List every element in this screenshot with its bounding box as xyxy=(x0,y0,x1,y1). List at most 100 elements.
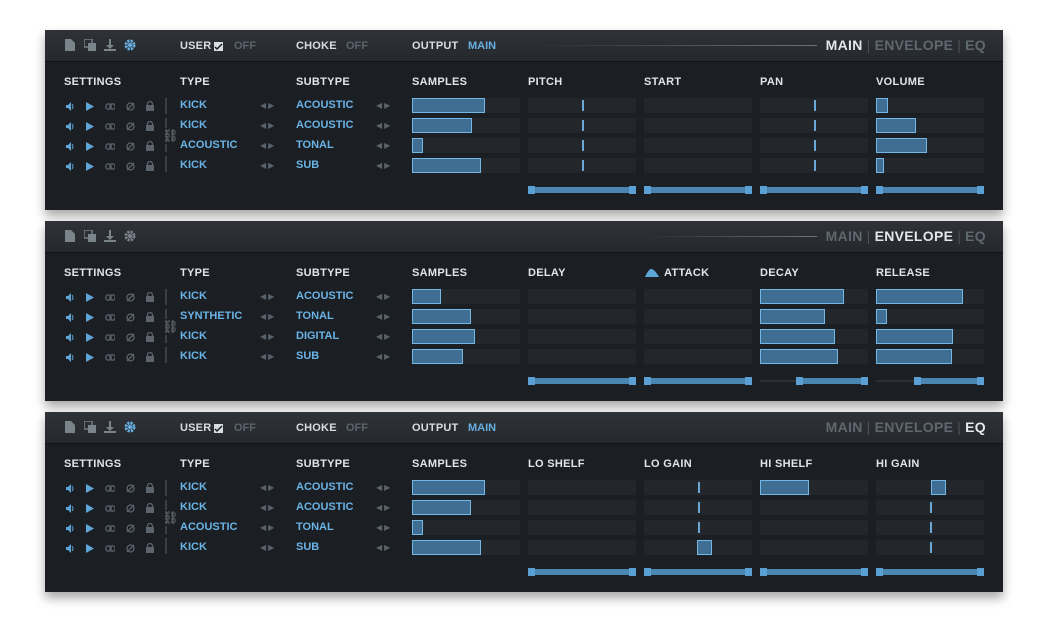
subtype-arrows[interactable]: ◀▶ xyxy=(376,483,392,492)
subtype-arrows[interactable]: ◀▶ xyxy=(376,312,392,321)
pan-slider[interactable] xyxy=(760,118,868,133)
subtype-arrows[interactable]: ◀▶ xyxy=(376,292,392,301)
subtype-value[interactable]: SUB xyxy=(296,159,319,171)
mute-icon[interactable] xyxy=(125,332,135,342)
download-icon[interactable] xyxy=(104,229,116,243)
type-value[interactable]: KICK xyxy=(180,330,207,342)
start-scroll-range[interactable] xyxy=(644,186,752,194)
speaker-icon[interactable] xyxy=(65,523,75,533)
type-arrows[interactable]: ◀▶ xyxy=(260,503,276,512)
pitch-slider[interactable] xyxy=(528,118,636,133)
type-arrows[interactable]: ◀▶ xyxy=(260,483,276,492)
play-icon[interactable] xyxy=(85,503,95,513)
lo-gain-slider[interactable] xyxy=(644,500,752,515)
tab-main[interactable]: MAIN xyxy=(826,419,863,435)
pitch-slider[interactable] xyxy=(528,138,636,153)
release-slider[interactable] xyxy=(876,329,984,344)
play-icon[interactable] xyxy=(85,523,95,533)
lock-icon[interactable] xyxy=(145,332,155,342)
lock-icon[interactable] xyxy=(145,101,155,111)
link-icon[interactable] xyxy=(105,543,115,553)
subtype-value[interactable]: ACOUSTIC xyxy=(296,481,353,493)
lock-icon[interactable] xyxy=(145,161,155,171)
type-value[interactable]: SYNTHETIC xyxy=(180,310,242,322)
user-value[interactable]: OFF xyxy=(234,422,256,434)
type-arrows[interactable]: ◀▶ xyxy=(260,292,276,301)
start-slider[interactable] xyxy=(644,158,752,173)
pan-slider[interactable] xyxy=(760,98,868,113)
subtype-arrows[interactable]: ◀▶ xyxy=(376,523,392,532)
type-arrows[interactable]: ◀▶ xyxy=(260,161,276,170)
mute-icon[interactable] xyxy=(125,503,135,513)
subtype-arrows[interactable]: ◀▶ xyxy=(376,101,392,110)
lock-icon[interactable] xyxy=(145,312,155,322)
mute-icon[interactable] xyxy=(125,292,135,302)
samples-slider[interactable] xyxy=(412,118,520,133)
release-slider[interactable] xyxy=(876,349,984,364)
hi-shelf-scroll-range[interactable] xyxy=(760,568,868,576)
samples-slider[interactable] xyxy=(412,500,520,515)
samples-slider[interactable] xyxy=(412,329,520,344)
type-arrows[interactable]: ◀▶ xyxy=(260,101,276,110)
type-value[interactable]: KICK xyxy=(180,119,207,131)
output-value[interactable]: MAIN xyxy=(468,40,496,52)
type-arrows[interactable]: ◀▶ xyxy=(260,141,276,150)
decay-slider[interactable] xyxy=(760,309,868,324)
subtype-value[interactable]: ACOUSTIC xyxy=(296,99,353,111)
hi-shelf-slider[interactable] xyxy=(760,540,868,555)
delay-slider[interactable] xyxy=(528,309,636,324)
volume-slider[interactable] xyxy=(876,158,984,173)
play-icon[interactable] xyxy=(85,312,95,322)
lock-icon[interactable] xyxy=(145,292,155,302)
hi-gain-scroll-range[interactable] xyxy=(876,568,984,576)
type-value[interactable]: KICK xyxy=(180,350,207,362)
type-value[interactable]: ACOUSTIC xyxy=(180,139,237,151)
tab-envelope[interactable]: ENVELOPE xyxy=(875,37,954,53)
start-slider[interactable] xyxy=(644,98,752,113)
download-icon[interactable] xyxy=(104,38,116,52)
delay-scroll-range[interactable] xyxy=(528,377,636,385)
speaker-icon[interactable] xyxy=(65,543,75,553)
lo-shelf-slider[interactable] xyxy=(528,540,636,555)
hi-gain-slider[interactable] xyxy=(876,480,984,495)
lo-gain-slider[interactable] xyxy=(644,480,752,495)
hi-shelf-slider[interactable] xyxy=(760,480,868,495)
link-icon[interactable] xyxy=(105,523,115,533)
link-icon[interactable] xyxy=(105,503,115,513)
play-icon[interactable] xyxy=(85,543,95,553)
lo-shelf-slider[interactable] xyxy=(528,500,636,515)
pan-slider[interactable] xyxy=(760,158,868,173)
speaker-icon[interactable] xyxy=(65,121,75,131)
type-arrows[interactable]: ◀▶ xyxy=(260,352,276,361)
choke-value[interactable]: OFF xyxy=(346,40,368,52)
delay-slider[interactable] xyxy=(528,289,636,304)
type-value[interactable]: KICK xyxy=(180,159,207,171)
subtype-arrows[interactable]: ◀▶ xyxy=(376,332,392,341)
tab-eq[interactable]: EQ xyxy=(965,228,986,244)
samples-slider[interactable] xyxy=(412,349,520,364)
subtype-value[interactable]: ACOUSTIC xyxy=(296,501,353,513)
mute-icon[interactable] xyxy=(125,483,135,493)
type-arrows[interactable]: ◀▶ xyxy=(260,312,276,321)
attack-slider[interactable] xyxy=(644,309,752,324)
subtype-value[interactable]: TONAL xyxy=(296,521,334,533)
speaker-icon[interactable] xyxy=(65,503,75,513)
play-icon[interactable] xyxy=(85,332,95,342)
type-arrows[interactable]: ◀▶ xyxy=(260,121,276,130)
decay-slider[interactable] xyxy=(760,349,868,364)
document-icon[interactable] xyxy=(64,38,76,52)
subtype-value[interactable]: SUB xyxy=(296,541,319,553)
play-icon[interactable] xyxy=(85,121,95,131)
start-slider[interactable] xyxy=(644,118,752,133)
tab-envelope[interactable]: ENVELOPE xyxy=(875,228,954,244)
tab-eq[interactable]: EQ xyxy=(965,37,986,53)
tab-main[interactable]: MAIN xyxy=(826,37,863,53)
samples-slider[interactable] xyxy=(412,138,520,153)
lo-gain-slider[interactable] xyxy=(644,520,752,535)
pitch-slider[interactable] xyxy=(528,158,636,173)
start-slider[interactable] xyxy=(644,138,752,153)
type-value[interactable]: ACOUSTIC xyxy=(180,521,237,533)
subtype-value[interactable]: ACOUSTIC xyxy=(296,290,353,302)
mute-icon[interactable] xyxy=(125,543,135,553)
speaker-icon[interactable] xyxy=(65,101,75,111)
